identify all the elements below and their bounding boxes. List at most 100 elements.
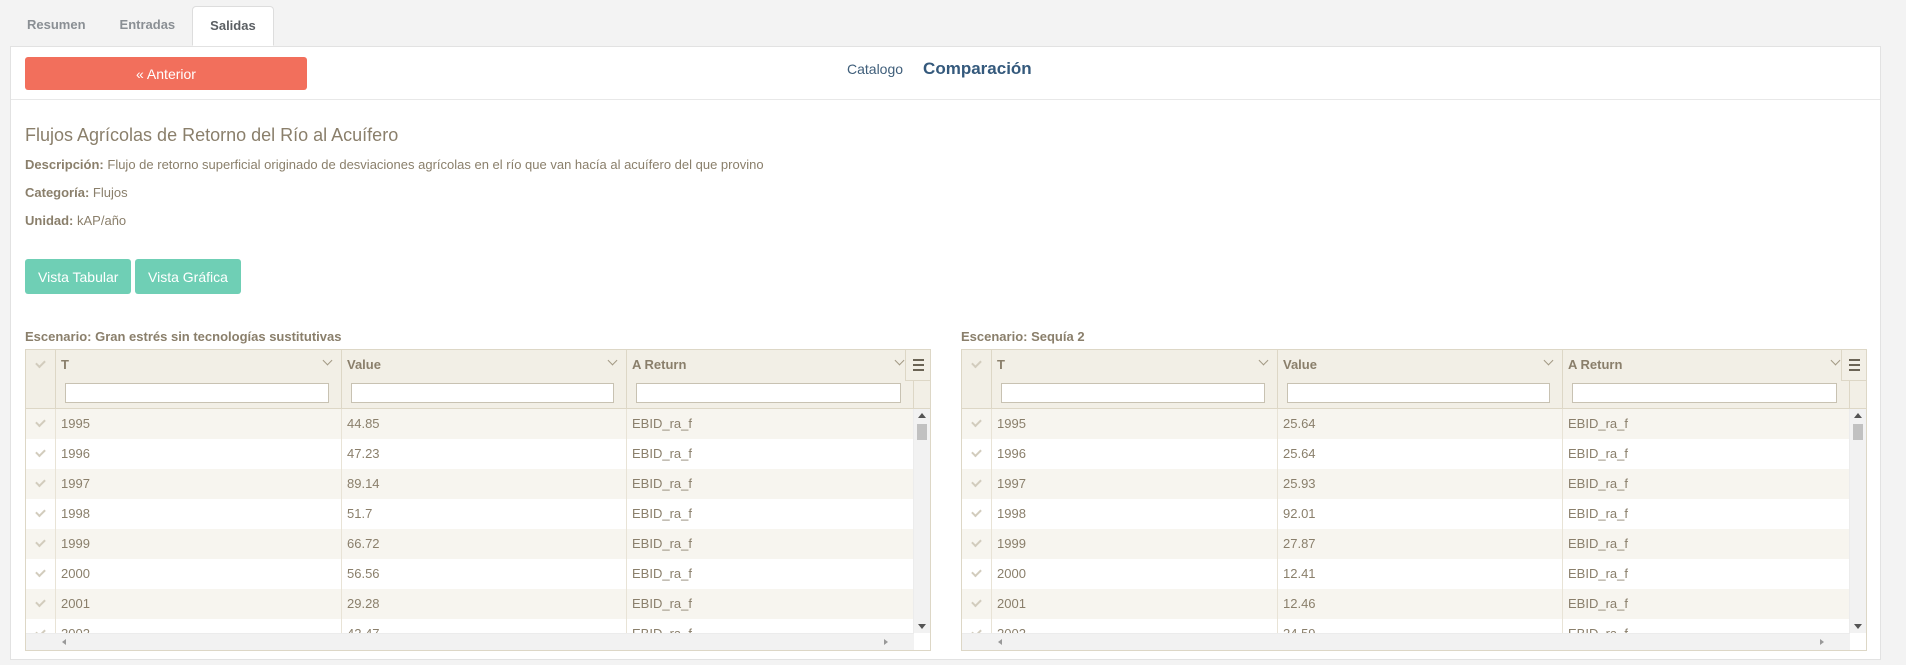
page-title: Flujos Agrícolas de Retorno del Río al A… — [25, 125, 399, 145]
grid-menu-button[interactable] — [1841, 350, 1866, 381]
arrow-left-icon[interactable] — [998, 639, 1002, 645]
table-cell: 25.64 — [1278, 409, 1563, 439]
table-cell: EBID_ra_f — [1563, 559, 1850, 589]
row-select-checkbox[interactable] — [962, 559, 992, 589]
check-icon — [35, 566, 46, 578]
table-row[interactable]: 1999 66.72 EBID_ra_f — [26, 529, 914, 559]
chevron-down-icon[interactable] — [1543, 355, 1554, 366]
check-icon — [971, 476, 982, 488]
previous-button[interactable]: « Anterior — [25, 57, 307, 90]
table-row[interactable]: 200224.59EBID_ra_f — [962, 619, 1850, 633]
row-select-checkbox[interactable] — [962, 619, 992, 633]
row-select-checkbox[interactable] — [26, 619, 56, 633]
table-row[interactable]: 1997 89.14 EBID_ra_f — [26, 469, 914, 499]
scenario-label-2: Escenario: Sequía 2 — [961, 329, 1085, 344]
horizontal-scrollbar[interactable] — [962, 633, 1850, 650]
column-header[interactable]: T — [56, 350, 342, 409]
column-filter-input[interactable] — [65, 383, 329, 403]
chart-view-button[interactable]: Vista Gráfica — [135, 259, 241, 294]
column-filter-input[interactable] — [1572, 383, 1837, 403]
check-icon — [35, 416, 46, 428]
row-select-checkbox[interactable] — [26, 439, 56, 469]
grid-body: 1995 25.64 EBID_ra_f 1996 25.64 EBID_ra_f 1997… — [962, 409, 1850, 633]
chevron-down-icon[interactable] — [322, 355, 333, 366]
table-cell: EBID_ra_f — [1563, 499, 1850, 529]
tab-resumen[interactable]: Resumen — [10, 6, 103, 46]
arrow-right-icon[interactable] — [884, 639, 888, 645]
scroll-thumb[interactable] — [1853, 424, 1863, 440]
scroll-thumb[interactable] — [917, 424, 927, 440]
arrow-up-icon[interactable] — [918, 413, 926, 418]
row-select-checkbox[interactable] — [26, 559, 56, 589]
row-select-checkbox[interactable] — [26, 589, 56, 619]
arrow-down-icon[interactable] — [1854, 624, 1862, 629]
table-row[interactable]: 1996 47.23 EBID_ra_f — [26, 439, 914, 469]
tab-entradas[interactable]: Entradas — [103, 6, 193, 46]
table-row[interactable]: 1996 25.64 EBID_ra_f — [962, 439, 1850, 469]
column-header[interactable]: Value — [1278, 350, 1563, 409]
grid-menu-button[interactable] — [905, 350, 930, 381]
table-row[interactable]: 200242.47EBID_ra_f — [26, 619, 914, 633]
chevron-down-icon[interactable] — [894, 355, 905, 366]
breadcrumb-current: Comparación — [923, 59, 1032, 78]
column-filter-input[interactable] — [1001, 383, 1265, 403]
row-select-checkbox[interactable] — [962, 529, 992, 559]
table-cell: 1995 — [992, 409, 1278, 439]
row-select-checkbox[interactable] — [962, 439, 992, 469]
table-cell: EBID_ra_f — [627, 559, 914, 589]
column-header[interactable]: A Return — [627, 350, 914, 409]
table-row[interactable]: 2000 56.56 EBID_ra_f — [26, 559, 914, 589]
row-select-checkbox[interactable] — [26, 409, 56, 439]
arrow-left-icon[interactable] — [62, 639, 66, 645]
table-row[interactable]: 1995 25.64 EBID_ra_f — [962, 409, 1850, 439]
table-cell: EBID_ra_f — [1563, 469, 1850, 499]
table-row[interactable]: 1995 44.85 EBID_ra_f — [26, 409, 914, 439]
row-select-checkbox[interactable] — [26, 469, 56, 499]
row-select-checkbox[interactable] — [962, 469, 992, 499]
arrow-right-icon[interactable] — [1820, 639, 1824, 645]
column-title: A Return — [1568, 357, 1623, 372]
vertical-scrollbar[interactable] — [913, 409, 930, 633]
menu-icon-line — [1849, 369, 1860, 371]
arrow-down-icon[interactable] — [918, 624, 926, 629]
chevron-down-icon[interactable] — [1830, 355, 1841, 366]
table-row[interactable]: 1998 92.01 EBID_ra_f — [962, 499, 1850, 529]
table-cell: 42.47 — [342, 619, 627, 633]
check-icon — [971, 416, 982, 428]
table-row[interactable]: 2000 12.41 EBID_ra_f — [962, 559, 1850, 589]
table-cell: 66.72 — [342, 529, 627, 559]
chevron-down-icon[interactable] — [1258, 355, 1269, 366]
category-line: Categoría: Flujos — [25, 185, 128, 200]
arrow-up-icon[interactable] — [1854, 413, 1862, 418]
table-view-button[interactable]: Vista Tabular — [25, 259, 132, 294]
column-filter-input[interactable] — [636, 383, 901, 403]
select-all-checkbox[interactable] — [962, 350, 992, 409]
table-row[interactable]: 1997 25.93 EBID_ra_f — [962, 469, 1850, 499]
column-header[interactable]: T — [992, 350, 1278, 409]
row-select-checkbox[interactable] — [962, 499, 992, 529]
table-row[interactable]: 1999 27.87 EBID_ra_f — [962, 529, 1850, 559]
check-icon — [971, 536, 982, 548]
row-select-checkbox[interactable] — [26, 529, 56, 559]
horizontal-scrollbar[interactable] — [26, 633, 914, 650]
breadcrumb-catalogo-link[interactable]: Catalogo — [847, 61, 903, 77]
row-select-checkbox[interactable] — [962, 589, 992, 619]
table-cell: EBID_ra_f — [627, 439, 914, 469]
column-header[interactable]: Value — [342, 350, 627, 409]
table-cell: 2000 — [56, 559, 342, 589]
column-title: Value — [347, 357, 381, 372]
table-row[interactable]: 2001 29.28 EBID_ra_f — [26, 589, 914, 619]
unit-value: kAP/año — [77, 213, 127, 228]
table-row[interactable]: 2001 12.46 EBID_ra_f — [962, 589, 1850, 619]
select-all-checkbox[interactable] — [26, 350, 56, 409]
row-select-checkbox[interactable] — [26, 499, 56, 529]
tab-salidas[interactable]: Salidas — [192, 6, 274, 46]
table-row[interactable]: 1998 51.7 EBID_ra_f — [26, 499, 914, 529]
column-filter-input[interactable] — [1287, 383, 1550, 403]
row-select-checkbox[interactable] — [962, 409, 992, 439]
column-header[interactable]: A Return — [1563, 350, 1850, 409]
table-cell: 1997 — [56, 469, 342, 499]
vertical-scrollbar[interactable] — [1849, 409, 1866, 633]
column-filter-input[interactable] — [351, 383, 614, 403]
chevron-down-icon[interactable] — [607, 355, 618, 366]
